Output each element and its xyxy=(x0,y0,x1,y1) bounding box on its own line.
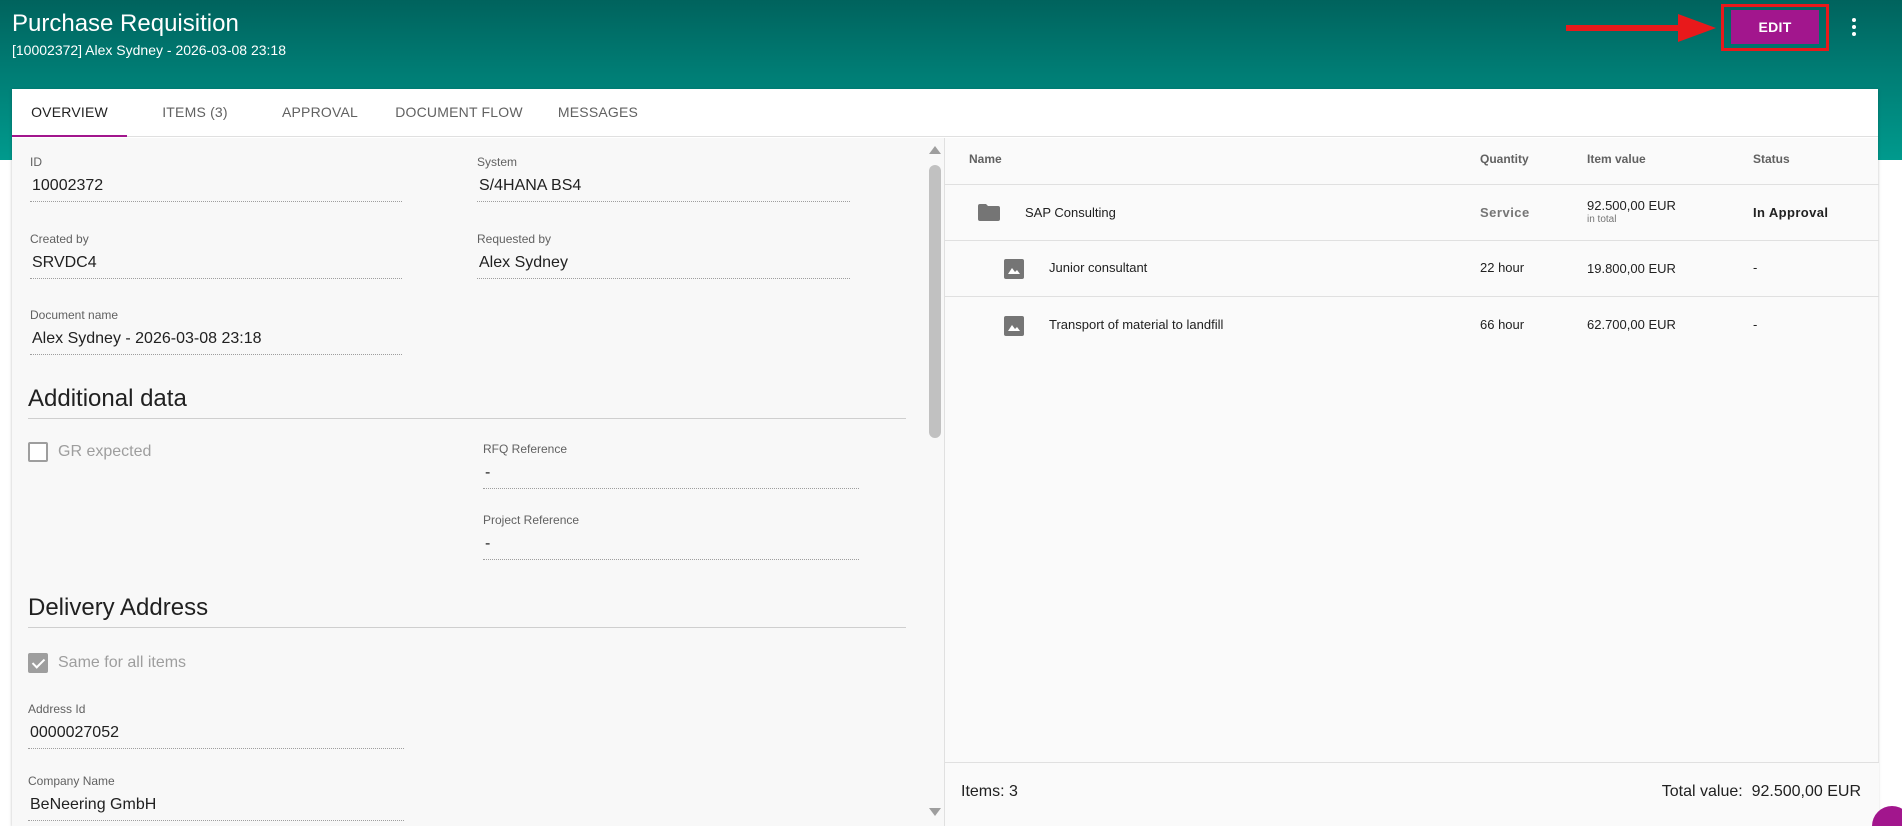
item-quantity: 66 hour xyxy=(1480,317,1525,332)
rfq-reference-value: - xyxy=(483,464,859,489)
page-title: Purchase Requisition xyxy=(12,10,239,37)
more-options-icon[interactable] xyxy=(1842,12,1866,42)
image-icon xyxy=(1004,259,1024,279)
col-header-status: Status xyxy=(1753,152,1790,166)
table-row[interactable]: Transport of material to landfill 66 hou… xyxy=(945,297,1879,353)
company-name-value: BeNeering GmbH xyxy=(28,796,404,821)
col-header-quantity: Quantity xyxy=(1480,152,1529,166)
tab-approval[interactable]: APPROVAL xyxy=(263,89,377,137)
scroll-up-icon[interactable] xyxy=(929,146,941,154)
rfq-reference-field: RFQ Reference - xyxy=(483,442,859,489)
item-name: SAP Consulting xyxy=(1025,205,1116,220)
scroll-down-icon[interactable] xyxy=(929,808,941,816)
document-name-field: Document name Alex Sydney - 2026-03-08 2… xyxy=(30,308,402,355)
item-name: Transport of material to landfill xyxy=(1049,317,1224,332)
company-name-label: Company Name xyxy=(28,774,115,788)
scroll-thumb[interactable] xyxy=(929,165,941,438)
item-status: - xyxy=(1753,260,1758,275)
created-by-value: SRVDC4 xyxy=(30,254,402,279)
item-value: 19.800,00 EUR xyxy=(1587,261,1676,276)
same-for-all-checkbox-row[interactable]: Same for all items xyxy=(28,653,186,673)
rfq-reference-label: RFQ Reference xyxy=(483,442,568,456)
requested-by-label: Requested by xyxy=(477,232,552,246)
created-by-label: Created by xyxy=(30,232,89,246)
tab-bar: OVERVIEW ITEMS (3) APPROVAL DOCUMENT FLO… xyxy=(12,89,1878,137)
document-name-value: Alex Sydney - 2026-03-08 23:18 xyxy=(30,330,402,355)
address-id-label: Address Id xyxy=(28,702,86,716)
gr-expected-checkbox[interactable] xyxy=(28,442,48,462)
document-card: OVERVIEW ITEMS (3) APPROVAL DOCUMENT FLO… xyxy=(12,89,1879,826)
item-value: 92.500,00 EUR in total xyxy=(1587,198,1676,225)
col-header-item-value: Item value xyxy=(1587,152,1646,166)
additional-data-title: Additional data xyxy=(28,385,187,412)
item-value-sub: in total xyxy=(1587,214,1617,225)
document-name-label: Document name xyxy=(30,308,119,322)
items-footer: Items: 3 Total value: 92.500,00 EUR xyxy=(945,762,1879,826)
folder-icon xyxy=(978,204,1000,221)
section-divider xyxy=(28,418,906,419)
item-quantity: Service xyxy=(1480,205,1530,220)
delivery-address-title: Delivery Address xyxy=(28,594,209,621)
address-id-field: Address Id 0000027052 xyxy=(28,702,404,749)
item-name: Junior consultant xyxy=(1049,260,1148,275)
same-for-all-checkbox[interactable] xyxy=(28,653,48,673)
tab-overview[interactable]: OVERVIEW xyxy=(12,89,127,137)
item-value-amount: 92.500,00 EUR xyxy=(1587,198,1676,213)
overview-scrollbar[interactable] xyxy=(924,138,944,826)
tab-document-flow[interactable]: DOCUMENT FLOW xyxy=(377,89,541,137)
company-name-field: Company Name BeNeering GmbH xyxy=(28,774,404,821)
annotation-arrow-icon xyxy=(1566,14,1716,42)
item-quantity: 22 hour xyxy=(1480,260,1525,275)
table-row[interactable]: SAP Consulting Service 92.500,00 EUR in … xyxy=(945,185,1879,241)
project-reference-field: Project Reference - xyxy=(483,513,859,560)
item-status: - xyxy=(1753,317,1758,332)
created-by-field: Created by SRVDC4 xyxy=(30,232,402,279)
id-value: 10002372 xyxy=(30,177,402,202)
total-value: Total value: 92.500,00 EUR xyxy=(1661,783,1861,800)
address-id-value: 0000027052 xyxy=(28,724,404,749)
gr-expected-label: GR expected xyxy=(58,443,152,460)
tab-items[interactable]: ITEMS (3) xyxy=(127,89,263,137)
col-header-name: Name xyxy=(969,152,1002,166)
edit-button[interactable]: EDIT xyxy=(1731,10,1819,44)
page-subtitle: [10002372] Alex Sydney - 2026-03-08 23:1… xyxy=(12,42,286,58)
project-reference-value: - xyxy=(483,535,859,560)
id-label: ID xyxy=(30,155,42,169)
system-field: System S/4HANA BS4 xyxy=(477,155,850,202)
overview-panel: ID 10002372 System S/4HANA BS4 Created b… xyxy=(12,138,944,826)
system-value: S/4HANA BS4 xyxy=(477,177,850,202)
gr-expected-checkbox-row[interactable]: GR expected xyxy=(28,442,151,462)
status-badge: In Approval xyxy=(1753,205,1829,220)
project-reference-label: Project Reference xyxy=(483,513,580,527)
section-divider xyxy=(28,627,906,628)
tab-messages[interactable]: MESSAGES xyxy=(541,89,655,137)
requested-by-value: Alex Sydney xyxy=(477,254,850,279)
same-for-all-label: Same for all items xyxy=(58,654,187,671)
system-label: System xyxy=(477,155,518,169)
id-field: ID 10002372 xyxy=(30,155,402,202)
items-count: Items: 3 xyxy=(961,783,1018,800)
image-icon xyxy=(1004,316,1024,336)
requested-by-field: Requested by Alex Sydney xyxy=(477,232,850,279)
items-panel: Name Quantity Item value Status SAP Cons… xyxy=(944,138,1879,826)
item-value: 62.700,00 EUR xyxy=(1587,317,1676,332)
table-row[interactable]: Junior consultant 22 hour 19.800,00 EUR … xyxy=(945,241,1879,297)
